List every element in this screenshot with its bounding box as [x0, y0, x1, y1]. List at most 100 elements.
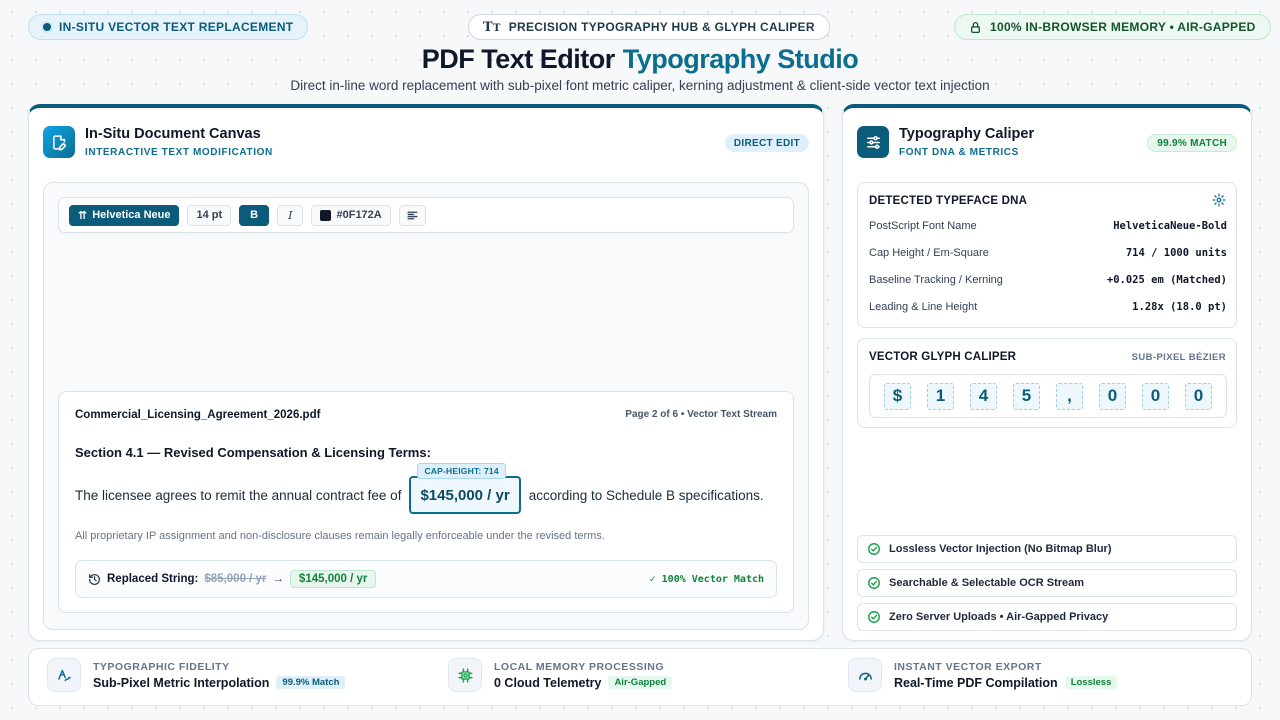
privacy-pill: 100% IN-BROWSER MEMORY • AIR-GAPPED — [954, 14, 1271, 40]
caliper-panel-subtitle: FONT DNA & METRICS — [899, 147, 1019, 158]
format-toolbar: ⇈ Helvetica Neue 14 pt B I #0F172A — [58, 197, 794, 233]
gauge-icon — [848, 658, 882, 692]
edited-value: $145,000 / yr — [420, 486, 510, 504]
glyph-box[interactable]: 0 — [1142, 382, 1169, 410]
font-size-button[interactable]: 14 pt — [187, 204, 232, 226]
page-subtitle: Direct in-line word replacement with sub… — [290, 78, 990, 93]
check-circle-icon — [868, 577, 880, 589]
text-color-label: #0F172A — [336, 209, 382, 221]
dna-key: Leading & Line Height — [869, 301, 978, 313]
old-value: $85,000 / yr — [204, 573, 267, 585]
mode-pill: IN-SITU VECTOR TEXT REPLACEMENT — [28, 14, 309, 40]
document-text-line: The licensee agrees to remit the annual … — [75, 463, 779, 514]
hub-pill-label: PRECISION TYPOGRAPHY HUB & GLYPH CALIPER — [508, 20, 815, 34]
bold-button[interactable]: B — [239, 204, 270, 226]
settings-gear-icon[interactable] — [1212, 193, 1226, 207]
lock-icon — [971, 21, 980, 33]
dna-key: Baseline Tracking / Kerning — [869, 274, 1003, 286]
glyph-caliper-tag: SUB-PIXEL BÉZIER — [1131, 352, 1226, 363]
feature-item: Searchable & Selectable OCR Stream — [857, 569, 1237, 597]
title-accent: Typography Studio — [622, 44, 859, 74]
glyph-caliper-card: VECTOR GLYPH CALIPER SUB-PIXEL BÉZIER $ … — [857, 338, 1237, 428]
italic-button[interactable]: I — [277, 204, 304, 226]
document-section-heading: Section 4.1 — Revised Compensation & Lic… — [75, 445, 431, 460]
font-icon: ⇈ — [78, 209, 88, 222]
document-page: Commercial_Licensing_Agreement_2026.pdf … — [58, 391, 794, 613]
align-button[interactable] — [398, 204, 426, 226]
stat-memory: LOCAL MEMORY PROCESSING 0 Cloud Telemetr… — [448, 658, 673, 692]
caliper-panel: Typography Caliper FONT DNA & METRICS 99… — [842, 104, 1252, 641]
dna-key: PostScript Font Name — [869, 220, 977, 232]
stat-value: Real-Time PDF Compilation Lossless — [894, 675, 1118, 690]
dna-row: Cap Height / Em-Square 714 / 1000 units — [869, 244, 1227, 262]
glyph-box[interactable]: 0 — [1185, 382, 1212, 410]
check-circle-icon — [868, 543, 880, 555]
glyph-box[interactable]: 0 — [1099, 382, 1126, 410]
feature-label: Zero Server Uploads • Air-Gapped Privacy — [889, 611, 1109, 623]
canvas-panel-subtitle: INTERACTIVE TEXT MODIFICATION — [85, 147, 273, 158]
glyph-box[interactable]: 5 — [1013, 382, 1040, 410]
text-before: The licensee agrees to remit the annual … — [75, 487, 402, 503]
document-canvas[interactable]: ⇈ Helvetica Neue 14 pt B I #0F172A Comme… — [43, 182, 809, 630]
stat-label: LOCAL MEMORY PROCESSING — [494, 660, 664, 673]
glyph-box[interactable]: $ — [884, 382, 911, 410]
glyph-box[interactable]: 4 — [970, 382, 997, 410]
stat-fidelity: TYPOGRAPHIC FIDELITY Sub-Pixel Metric In… — [47, 658, 346, 692]
font-family-label: Helvetica Neue — [92, 209, 171, 221]
privacy-pill-label: 100% IN-BROWSER MEMORY • AIR-GAPPED — [990, 20, 1256, 34]
replaced-label: Replaced String: — [107, 573, 199, 585]
dna-key: Cap Height / Em-Square — [869, 247, 989, 259]
stat-value: 0 Cloud Telemetry Air-Gapped — [494, 675, 673, 690]
align-left-icon — [407, 211, 418, 219]
arrow-icon: → — [272, 573, 284, 585]
edit-document-icon — [43, 126, 75, 158]
dna-value: 714 / 1000 units — [1125, 247, 1227, 259]
stat-value: Sub-Pixel Metric Interpolation 99.9% Mat… — [93, 675, 346, 690]
dna-row: PostScript Font Name HelveticaNeue-Bold — [869, 217, 1227, 235]
sliders-icon — [857, 126, 889, 158]
stat-value-text: 0 Cloud Telemetry — [494, 675, 602, 690]
caliper-panel-title: Typography Caliper — [899, 126, 1035, 142]
vector-match-status: ✓ 100% Vector Match — [649, 573, 764, 585]
check-circle-icon — [868, 611, 880, 623]
glyph-caliper-title: VECTOR GLYPH CALIPER — [869, 351, 1017, 363]
stats-bar: TYPOGRAPHIC FIDELITY Sub-Pixel Metric In… — [28, 648, 1252, 706]
new-value: $145,000 / yr — [289, 570, 377, 588]
direct-edit-badge: DIRECT EDIT — [724, 134, 809, 152]
caliper-panel-header: Typography Caliper FONT DNA & METRICS — [857, 126, 1034, 158]
document-note: All proprietary IP assignment and non-di… — [75, 530, 605, 542]
dna-value: 1.28x (18.0 pt) — [1132, 301, 1227, 313]
dna-title: DETECTED TYPEFACE DNA — [869, 195, 1028, 207]
dna-value: +0.025 em (Matched) — [1106, 274, 1227, 286]
stat-value-text: Sub-Pixel Metric Interpolation — [93, 675, 270, 690]
replacement-summary: Replaced String: $85,000 / yr → $145,000… — [75, 560, 777, 598]
title-main: PDF Text Editor — [421, 44, 616, 74]
stat-label: TYPOGRAPHIC FIDELITY — [93, 660, 230, 673]
document-page-info: Page 2 of 6 • Vector Text Stream — [625, 409, 777, 420]
history-icon — [88, 573, 100, 585]
glyph-box[interactable]: 1 — [927, 382, 954, 410]
text-after: according to Schedule B specifications. — [528, 487, 764, 503]
feature-label: Lossless Vector Injection (No Bitmap Blu… — [889, 543, 1112, 555]
editable-text-field[interactable]: CAP-HEIGHT: 714 $145,000 / yr — [409, 463, 521, 514]
signature-icon — [47, 658, 81, 692]
dna-row: Baseline Tracking / Kerning +0.025 em (M… — [869, 271, 1227, 289]
text-color-button[interactable]: #0F172A — [311, 204, 391, 226]
canvas-panel-header: In-Situ Document Canvas INTERACTIVE TEXT… — [43, 126, 273, 158]
hub-pill: TT PRECISION TYPOGRAPHY HUB & GLYPH CALI… — [468, 14, 830, 40]
match-badge: 99.9% MATCH — [1147, 134, 1237, 152]
canvas-panel: In-Situ Document Canvas INTERACTIVE TEXT… — [28, 104, 824, 641]
color-swatch — [320, 209, 332, 221]
stat-chip: Air-Gapped — [608, 676, 673, 689]
mode-pill-label: IN-SITU VECTOR TEXT REPLACEMENT — [59, 20, 294, 34]
glyph-box[interactable]: , — [1056, 382, 1083, 410]
dna-row: Leading & Line Height 1.28x (18.0 pt) — [869, 298, 1227, 316]
font-family-button[interactable]: ⇈ Helvetica Neue — [69, 204, 180, 226]
stat-value-text: Real-Time PDF Compilation — [894, 675, 1058, 690]
stat-chip: Lossless — [1064, 676, 1118, 689]
document-filename: Commercial_Licensing_Agreement_2026.pdf — [75, 409, 321, 421]
stat-export: INSTANT VECTOR EXPORT Real-Time PDF Comp… — [848, 658, 1118, 692]
canvas-panel-title: In-Situ Document Canvas — [85, 126, 261, 142]
glyph-strip: $ 1 4 5 , 0 0 0 — [869, 374, 1227, 418]
typography-icon: TT — [483, 19, 501, 35]
